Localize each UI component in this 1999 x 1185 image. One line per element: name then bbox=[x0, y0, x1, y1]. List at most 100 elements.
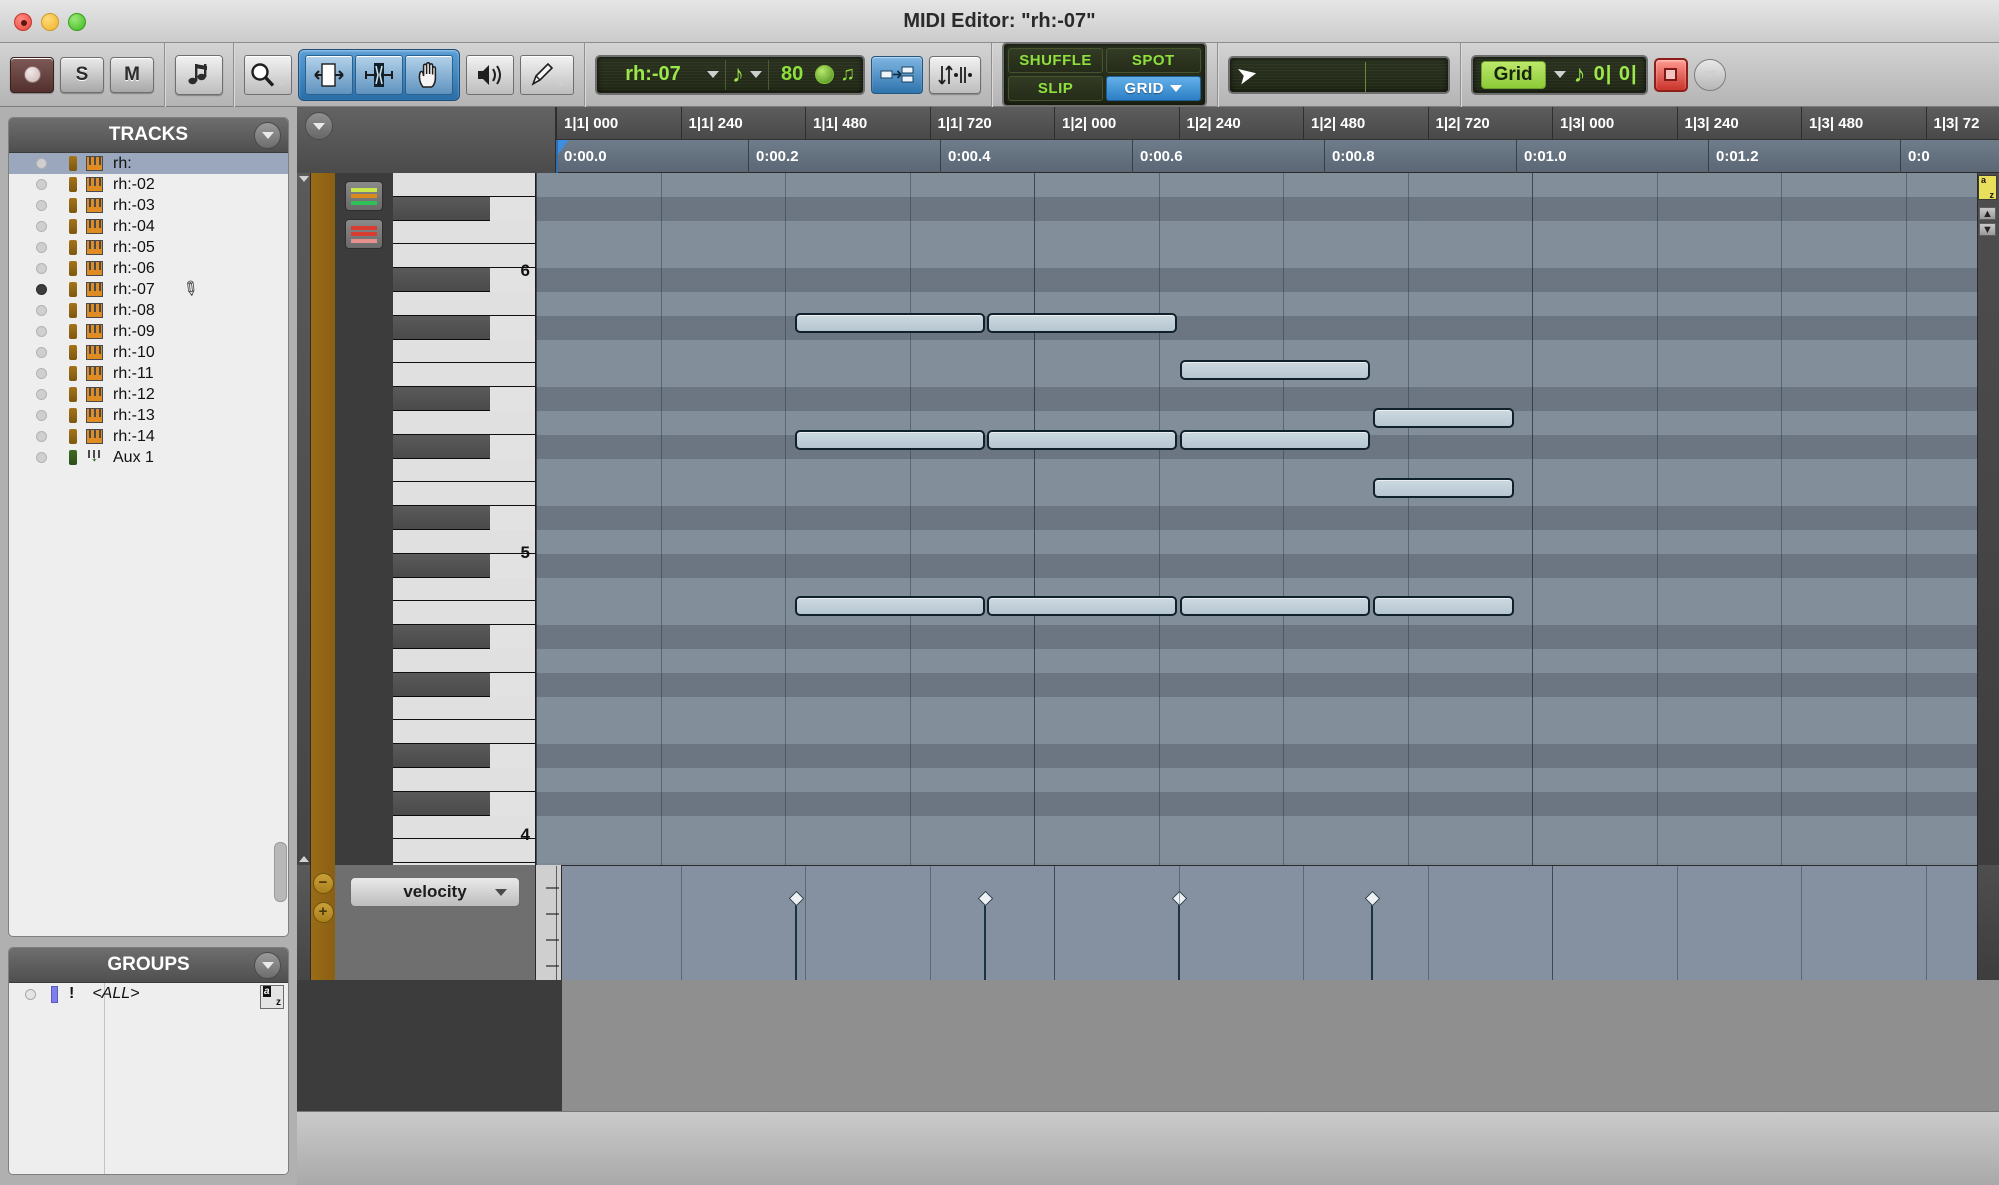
trim-tool-button[interactable] bbox=[305, 55, 353, 95]
piano-key-white[interactable] bbox=[393, 459, 536, 483]
lane-resize-gutter[interactable] bbox=[297, 173, 311, 865]
grabber-tool-button[interactable] bbox=[405, 55, 453, 95]
midi-note[interactable] bbox=[795, 596, 985, 616]
track-record-dot[interactable] bbox=[36, 200, 47, 211]
add-lane-button[interactable]: + bbox=[313, 902, 334, 923]
note-grid-row[interactable] bbox=[536, 720, 1999, 744]
piano-keyboard[interactable]: 654 bbox=[393, 173, 536, 865]
track-row-aux-1[interactable]: ↓Aux 1 bbox=[9, 447, 288, 468]
piano-key-white[interactable] bbox=[393, 578, 536, 602]
piano-key-white[interactable] bbox=[393, 292, 536, 316]
mirrored-midi-button[interactable] bbox=[871, 56, 923, 94]
piano-key-black[interactable] bbox=[393, 268, 490, 292]
track-record-dot[interactable] bbox=[36, 263, 47, 274]
track-record-dot[interactable] bbox=[36, 158, 47, 169]
note-grid-row[interactable] bbox=[536, 792, 1999, 816]
midi-note[interactable] bbox=[987, 313, 1177, 333]
note-duration-icon[interactable]: ♪ bbox=[732, 63, 744, 87]
piano-key-white[interactable] bbox=[393, 720, 536, 744]
piano-key-white[interactable] bbox=[393, 816, 536, 840]
piano-key-white[interactable] bbox=[393, 768, 536, 792]
track-row-rh-11[interactable]: rh:-11 bbox=[9, 363, 288, 384]
midi-input-display[interactable]: rh:-07 ♪ 80 ♫ bbox=[595, 55, 865, 95]
midi-output-speaker-icon[interactable]: ♫ bbox=[840, 63, 855, 86]
velocity-canvas[interactable] bbox=[562, 865, 1977, 980]
track-record-dot[interactable] bbox=[36, 368, 47, 379]
note-grid-row[interactable] bbox=[536, 292, 1999, 316]
zoom-vertical-out-button[interactable]: ▼ bbox=[1979, 223, 1996, 236]
pencil-tool-caret-icon[interactable] bbox=[556, 81, 566, 87]
groups-panel-menu-button[interactable] bbox=[254, 952, 281, 979]
note-duration-caret-icon[interactable] bbox=[750, 71, 762, 78]
remove-lane-button[interactable]: − bbox=[313, 873, 334, 894]
track-record-dot[interactable] bbox=[36, 326, 47, 337]
record-button[interactable] bbox=[10, 57, 54, 93]
track-row-rh-14[interactable]: rh:-14 bbox=[9, 426, 288, 447]
piano-key-white[interactable] bbox=[393, 697, 536, 721]
piano-key-black[interactable] bbox=[393, 387, 490, 411]
midi-note[interactable] bbox=[1373, 408, 1514, 428]
note-grid-row[interactable] bbox=[536, 268, 1999, 292]
track-row-rh-05[interactable]: rh:-05 bbox=[9, 237, 288, 258]
midi-note[interactable] bbox=[1373, 596, 1514, 616]
zoom-vertical-in-button[interactable]: ▲ bbox=[1979, 207, 1996, 220]
velocity-handle[interactable] bbox=[1365, 891, 1381, 907]
note-grid-row[interactable] bbox=[536, 839, 1999, 863]
piano-key-white[interactable] bbox=[393, 244, 536, 268]
mute-button[interactable]: M bbox=[110, 57, 154, 93]
note-grid-row[interactable] bbox=[536, 387, 1999, 411]
piano-key-white[interactable] bbox=[393, 340, 536, 364]
note-grid-row[interactable] bbox=[536, 530, 1999, 554]
track-record-dot[interactable] bbox=[36, 242, 47, 253]
track-row-rh-12[interactable]: rh:-12 bbox=[9, 384, 288, 405]
piano-key-white[interactable] bbox=[393, 530, 536, 554]
record-enable-button[interactable] bbox=[1654, 58, 1688, 92]
piano-key-black[interactable] bbox=[393, 673, 490, 697]
piano-key-black[interactable] bbox=[393, 506, 490, 530]
edit-mode-shuffle[interactable]: SHUFFLE bbox=[1008, 48, 1103, 73]
piano-key-black[interactable] bbox=[393, 792, 490, 816]
note-grid-row[interactable] bbox=[536, 673, 1999, 697]
grid-note-icon[interactable]: ♪ bbox=[1574, 63, 1586, 87]
piano-key-black[interactable] bbox=[393, 554, 490, 578]
note-grid-row[interactable] bbox=[536, 173, 1999, 197]
solo-button[interactable]: S bbox=[60, 57, 104, 93]
midi-input-track-caret-icon[interactable] bbox=[707, 71, 719, 78]
midi-note[interactable] bbox=[1180, 360, 1370, 380]
note-grid-row[interactable] bbox=[536, 197, 1999, 221]
midi-note[interactable] bbox=[795, 313, 985, 333]
velocity-stem[interactable] bbox=[795, 898, 797, 980]
note-grid-row[interactable] bbox=[536, 244, 1999, 268]
track-row-rh-10[interactable]: rh:-10 bbox=[9, 342, 288, 363]
piano-key-white[interactable] bbox=[393, 173, 536, 197]
track-row-rh-08[interactable]: rh:-08 bbox=[9, 300, 288, 321]
sort-az-icon[interactable]: a z bbox=[260, 985, 284, 1009]
track-row-rh-09[interactable]: rh:-09 bbox=[9, 321, 288, 342]
grid-value-number[interactable]: 0| 0| bbox=[1594, 63, 1638, 86]
velocity-handle[interactable] bbox=[789, 891, 805, 907]
velocity-lane-gutter[interactable] bbox=[297, 865, 311, 980]
toolbar-overflow-button[interactable] bbox=[1694, 59, 1726, 91]
note-grid-row[interactable] bbox=[536, 649, 1999, 673]
note-grid-row[interactable] bbox=[536, 768, 1999, 792]
piano-key-black[interactable] bbox=[393, 316, 490, 340]
track-record-dot[interactable] bbox=[36, 305, 47, 316]
midi-note[interactable] bbox=[1180, 430, 1370, 450]
piano-key-white[interactable] bbox=[393, 482, 536, 506]
grid-value-display[interactable]: Grid ♪ 0| 0| bbox=[1471, 55, 1648, 95]
note-grid[interactable] bbox=[536, 173, 1999, 865]
group-row-all[interactable]: ! <ALL> a z bbox=[9, 983, 288, 1005]
velocity-lane-selector[interactable]: velocity bbox=[350, 877, 520, 907]
track-row-rh-[interactable]: rh: bbox=[9, 153, 288, 174]
track-row-rh-02[interactable]: rh:-02 bbox=[9, 174, 288, 195]
track-record-dot[interactable] bbox=[36, 347, 47, 358]
lane-collapse-up-icon[interactable] bbox=[299, 856, 309, 862]
track-record-dot[interactable] bbox=[36, 179, 47, 190]
grid-mode-caret-icon[interactable] bbox=[1554, 71, 1566, 78]
track-row-rh-04[interactable]: rh:-04 bbox=[9, 216, 288, 237]
piano-key-white[interactable] bbox=[393, 363, 536, 387]
piano-key-white[interactable] bbox=[393, 649, 536, 673]
note-grid-row[interactable] bbox=[536, 744, 1999, 768]
note-grid-row[interactable] bbox=[536, 221, 1999, 245]
ruler-view-menu-button[interactable] bbox=[305, 112, 333, 140]
